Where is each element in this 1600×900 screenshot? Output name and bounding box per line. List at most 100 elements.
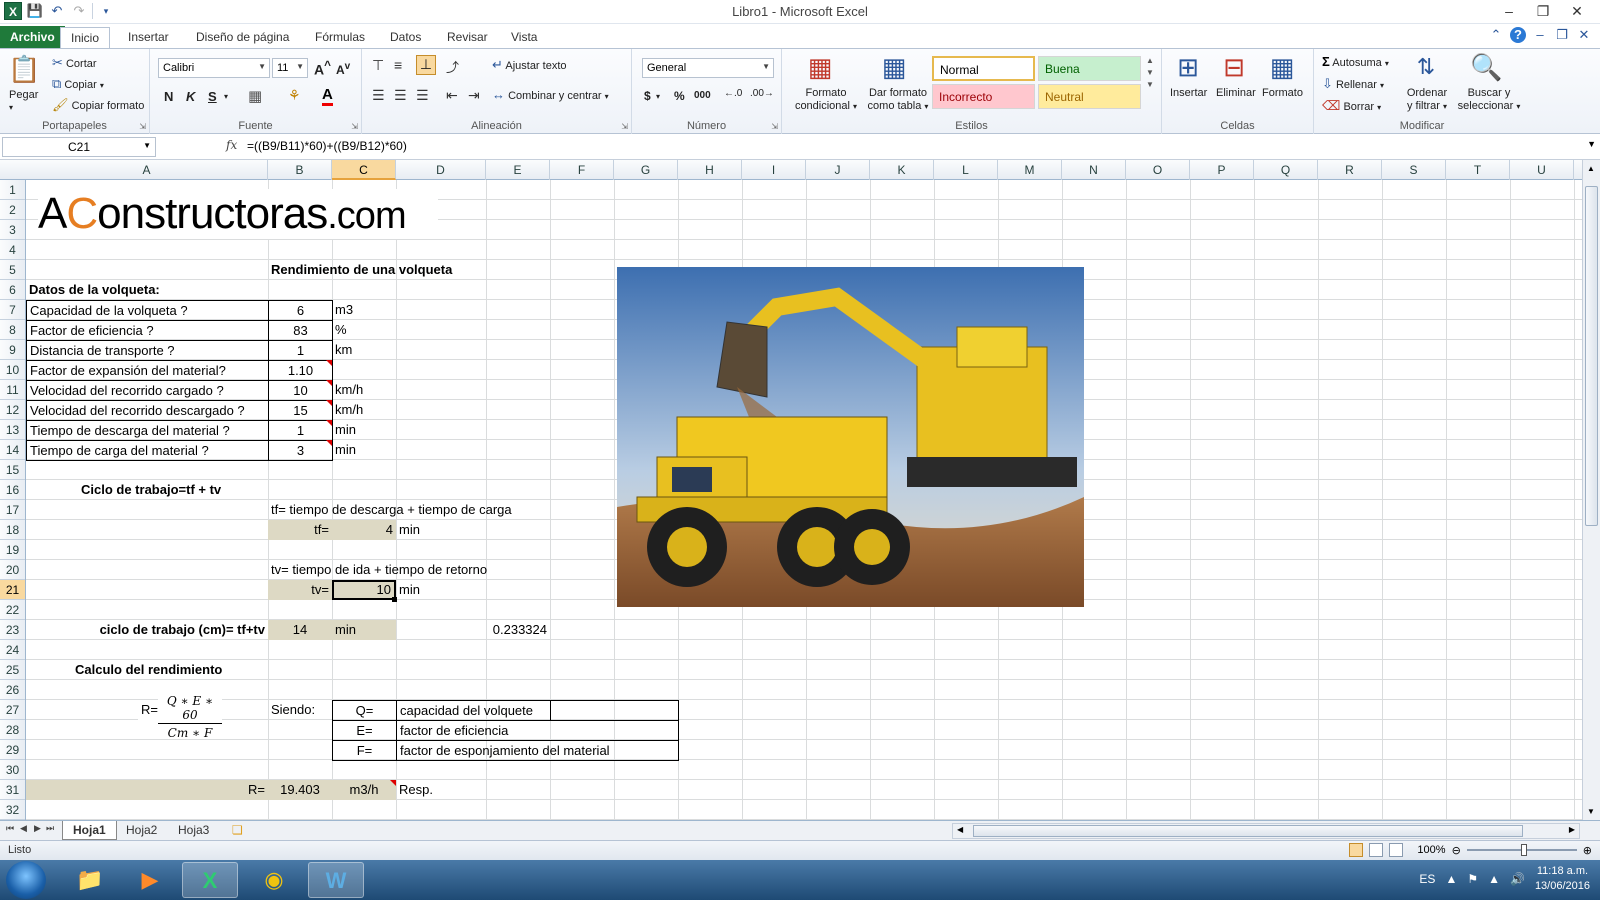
row-header[interactable]: 17 [0, 500, 25, 520]
language-indicator[interactable]: ES [1419, 872, 1435, 886]
autosum-button[interactable]: Σ Autosuma ▾ [1322, 54, 1389, 69]
input-value[interactable]: 1.10 [268, 360, 333, 381]
word-taskbar-icon[interactable]: W [308, 862, 364, 898]
scroll-left-icon[interactable]: ◀ [957, 825, 963, 834]
decrease-decimal-icon[interactable]: .00→ [750, 88, 774, 99]
column-header-r[interactable]: R [1318, 160, 1382, 180]
underline-dropdown-icon[interactable]: ▾ [224, 92, 228, 101]
font-size-select[interactable]: 11 ▼ [272, 58, 308, 78]
show-hidden-icons-icon[interactable]: ▲ [1445, 872, 1457, 886]
insert-function-icon[interactable]: fx [226, 138, 237, 152]
row-header[interactable]: 11 [0, 380, 25, 400]
wrap-text-button[interactable]: ↵ Ajustar texto [492, 57, 567, 73]
cut-button[interactable]: ✂ Cortar [52, 55, 97, 71]
column-header-f[interactable]: F [550, 160, 614, 180]
row-header[interactable]: 28 [0, 720, 25, 740]
column-header-a[interactable]: A [26, 160, 268, 180]
column-header-i[interactable]: I [742, 160, 806, 180]
restore-icon[interactable]: ❐ [1526, 0, 1560, 22]
delete-cells-button[interactable]: Eliminar [1216, 87, 1256, 99]
format-cells-button[interactable]: Formato [1262, 87, 1303, 99]
row-header[interactable]: 3 [0, 220, 25, 240]
column-header-b[interactable]: B [268, 160, 332, 180]
tab-insertar[interactable]: Insertar [118, 27, 179, 48]
scroll-right-icon[interactable]: ▶ [1569, 825, 1575, 834]
sheet-tab-hoja1[interactable]: Hoja1 [62, 821, 117, 840]
style-neutral[interactable]: Neutral [1038, 84, 1141, 109]
bold-button[interactable]: N [164, 89, 173, 104]
first-sheet-icon[interactable]: ⏮ [6, 823, 14, 834]
row-header[interactable]: 6 [0, 280, 25, 300]
paste-dropdown-icon[interactable]: ▾ [9, 103, 13, 112]
r-value[interactable]: 19.403 [268, 780, 332, 800]
row-header-selected[interactable]: 21 [0, 580, 25, 600]
row-header[interactable]: 12 [0, 400, 25, 420]
tab-inicio[interactable]: Inicio [60, 27, 111, 48]
start-button[interactable] [6, 861, 46, 899]
row-header[interactable]: 29 [0, 740, 25, 760]
input-value[interactable]: 83 [268, 320, 333, 341]
page-layout-view-icon[interactable] [1369, 843, 1384, 857]
number-launcher-icon[interactable]: ⇲ [771, 122, 778, 131]
row-header[interactable]: 30 [0, 760, 25, 780]
column-header-h[interactable]: H [678, 160, 742, 180]
zoom-slider-knob[interactable] [1520, 844, 1527, 856]
fill-color-icon[interactable]: ⚘ [288, 87, 301, 104]
row-header[interactable]: 31 [0, 780, 25, 800]
conditional-format-button[interactable]: Formato condicional ▾ [786, 87, 866, 113]
thousands-button[interactable]: 000 [694, 90, 711, 101]
minimize-ribbon-icon[interactable]: ⌃ [1488, 26, 1504, 44]
row-header[interactable]: 23 [0, 620, 25, 640]
column-header-u[interactable]: U [1510, 160, 1574, 180]
row-header[interactable]: 16 [0, 480, 25, 500]
tv-value-selected-cell[interactable]: 10 [332, 580, 396, 600]
insert-cells-icon[interactable]: ⊞ [1172, 51, 1204, 83]
table-format-icon[interactable]: ▦ [878, 51, 910, 83]
zoom-slider[interactable] [1466, 844, 1577, 856]
input-value[interactable]: 10 [268, 380, 333, 401]
row-header[interactable]: 1 [0, 180, 25, 200]
align-top-icon[interactable]: ⊤ [372, 57, 384, 74]
input-value[interactable]: 1 [268, 420, 333, 441]
style-incorrecto[interactable]: Incorrecto [932, 84, 1035, 109]
last-sheet-icon[interactable]: ⏭ [46, 823, 54, 834]
column-header-e[interactable]: E [486, 160, 550, 180]
sheet-tab-hoja2[interactable]: Hoja2 [116, 821, 167, 840]
row-header[interactable]: 9 [0, 340, 25, 360]
paste-icon[interactable]: 📋 [8, 53, 40, 85]
shrink-font-icon[interactable]: Av [336, 61, 350, 77]
excel-taskbar-icon[interactable]: X [182, 862, 238, 898]
binoculars-icon[interactable]: 🔍 [1470, 51, 1502, 83]
column-header-q[interactable]: Q [1254, 160, 1318, 180]
vertical-scrollbar[interactable]: ▲ ▼ [1582, 160, 1600, 820]
vertical-scroll-thumb[interactable] [1585, 186, 1598, 526]
conditional-format-icon[interactable]: ▦ [804, 51, 836, 83]
row-header[interactable]: 18 [0, 520, 25, 540]
e23-value[interactable]: 0.233324 [486, 620, 550, 640]
chrome-icon[interactable]: ◉ [246, 862, 302, 898]
tab-revisar[interactable]: Revisar [437, 27, 498, 48]
currency-dropdown-icon[interactable]: ▾ [656, 92, 660, 101]
row-header[interactable]: 24 [0, 640, 25, 660]
zoom-level[interactable]: 100% [1417, 844, 1445, 856]
expand-formula-bar-icon[interactable]: ▼ [1587, 139, 1596, 149]
clear-button[interactable]: ⌫ Borrar ▾ [1322, 98, 1381, 114]
font-color-icon[interactable]: A [322, 86, 333, 106]
column-header-j[interactable]: J [806, 160, 870, 180]
currency-button[interactable]: $ [644, 89, 651, 103]
input-value[interactable]: 3 [268, 440, 333, 461]
row-header[interactable]: 7 [0, 300, 25, 320]
align-bottom-icon[interactable]: ⊥ [416, 55, 436, 75]
normal-view-icon[interactable] [1349, 843, 1364, 857]
column-header-p[interactable]: P [1190, 160, 1254, 180]
tab-datos[interactable]: Datos [380, 27, 431, 48]
row-header[interactable]: 10 [0, 360, 25, 380]
network-icon[interactable]: ▲ [1488, 872, 1500, 886]
horizontal-scroll-thumb[interactable] [973, 825, 1523, 837]
row-header[interactable]: 8 [0, 320, 25, 340]
row-header[interactable]: 22 [0, 600, 25, 620]
increase-decimal-icon[interactable]: ←.0 [724, 88, 742, 99]
row-header[interactable]: 20 [0, 560, 25, 580]
insert-cells-button[interactable]: Insertar [1170, 87, 1207, 99]
tab-archivo[interactable]: Archivo [0, 26, 65, 48]
